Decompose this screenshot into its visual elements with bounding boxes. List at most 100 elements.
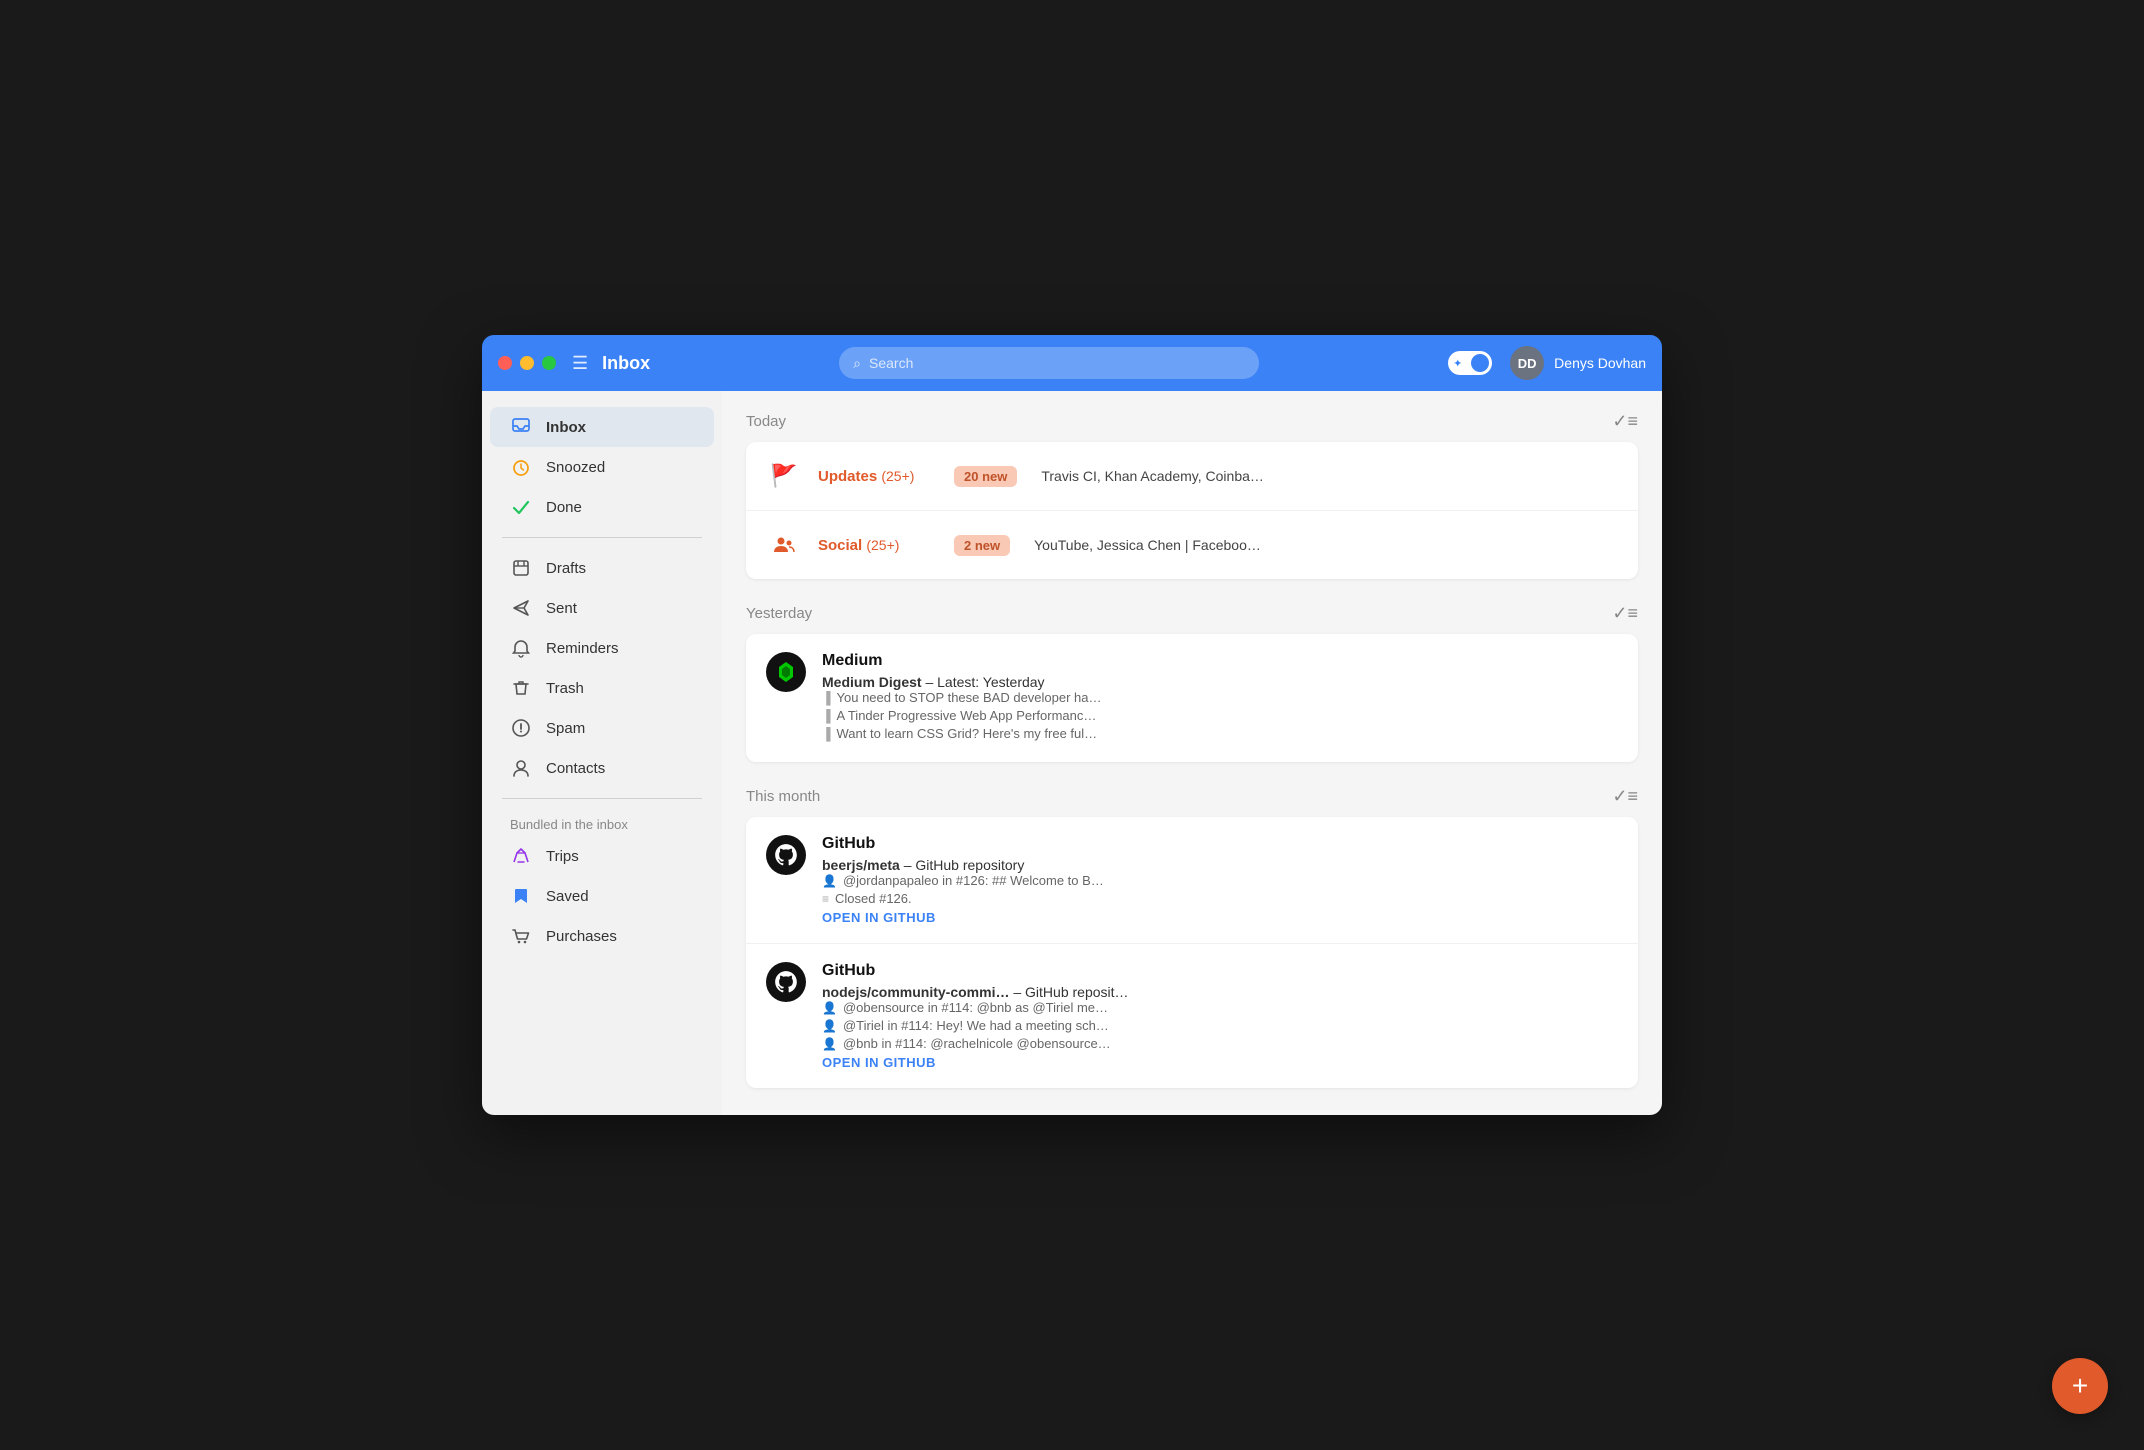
minimize-button[interactable] [520,356,534,370]
preview-social: YouTube, Jessica Chen | Faceboo… [1034,537,1618,553]
trips-icon [510,846,532,866]
user-name: Denys Dovhan [1554,355,1646,371]
sender-name-medium: Medium [822,652,882,670]
bundled-section-label: Bundled in the inbox [482,809,722,836]
snippet-icon-3: ▐ [822,727,831,741]
snippet-medium-1: ▐ You need to STOP these BAD developer h… [822,690,1618,705]
section-title-today: Today [746,413,786,430]
send-icon [510,598,532,618]
sidebar-item-trips[interactable]: Trips [490,836,714,876]
sidebar-item-sent[interactable]: Sent [490,588,714,628]
email-subject-medium: Medium Digest – Latest: Yesterday [822,674,1618,690]
open-github-link-2[interactable]: OPEN IN GITHUB [822,1055,1618,1070]
sidebar-item-saved[interactable]: Saved [490,876,714,916]
inbox-icon [510,417,532,437]
titlebar: ☰ Inbox ⌕ ✦ DD Denys Dovhan [482,335,1662,391]
mark-all-month[interactable]: ✓≡ [1612,786,1638,807]
sidebar-item-purchases[interactable]: Purchases [490,916,714,956]
maximize-button[interactable] [542,356,556,370]
section-title-yesterday: Yesterday [746,605,812,622]
person-icon-2: 👤 [822,1001,837,1015]
compose-fab[interactable]: + [2052,1358,2108,1414]
titlebar-title: Inbox [602,353,650,374]
compose-icon: + [2072,1370,2088,1402]
snippet-icon-1: ▐ [822,691,831,705]
sidebar-label-snoozed: Snoozed [546,459,605,476]
email-meta-medium: Medium Medium Digest – Latest: Yesterday… [822,652,1618,744]
email-subject-github-2: nodejs/community-commi… – GitHub reposit… [822,984,1618,1000]
email-meta-github-1: GitHub beerjs/meta – GitHub repository 👤… [822,835,1618,925]
sidebar-item-spam[interactable]: Spam [490,708,714,748]
app-window: ☰ Inbox ⌕ ✦ DD Denys Dovhan [482,335,1662,1115]
sidebar-item-drafts[interactable]: Drafts [490,548,714,588]
preview-updates: Travis CI, Khan Academy, Coinba… [1041,468,1618,484]
close-button[interactable] [498,356,512,370]
sidebar-label-saved: Saved [546,888,589,905]
traffic-lights [498,356,556,370]
mark-all-today[interactable]: ✓≡ [1612,411,1638,432]
avatar-initials: DD [1518,356,1537,371]
mark-all-yesterday[interactable]: ✓≡ [1612,603,1638,624]
updates-flag-icon: 🚩 [766,458,802,494]
email-row-social[interactable]: Social (25+) 2 new YouTube, Jessica Chen… [746,511,1638,579]
content-area: Today ✓≡ 🚩 Updates (25+) 20 new Travis C… [722,391,1662,1115]
avatar: DD [1510,346,1544,380]
draft-icon [510,558,532,578]
person-icon-4: 👤 [822,1037,837,1051]
email-row-updates[interactable]: 🚩 Updates (25+) 20 new Travis CI, Khan A… [746,442,1638,511]
sidebar-label-inbox: Inbox [546,419,586,436]
saved-icon [510,886,532,906]
email-meta-github-2: GitHub nodejs/community-commi… – GitHub … [822,962,1618,1070]
email-row-github-1[interactable]: GitHub beerjs/meta – GitHub repository 👤… [746,817,1638,944]
person-icon-1: 👤 [822,874,837,888]
sidebar-item-trash[interactable]: Trash [490,668,714,708]
sidebar-item-reminders[interactable]: Reminders [490,628,714,668]
snippet-gh2-1: 👤 @obensource in #114: @bnb as @Tiriel m… [822,1000,1618,1015]
section-group-today: 🚩 Updates (25+) 20 new Travis CI, Khan A… [746,442,1638,579]
section-title-month: This month [746,788,820,805]
toggle-switch[interactable]: ✦ [1448,351,1492,375]
email-top-medium: Medium [822,652,1618,670]
github-avatar-1 [766,835,806,875]
snippet-gh2-2: 👤 @Tiriel in #114: Hey! We had a meeting… [822,1018,1618,1033]
snippet-icon-2: ▐ [822,709,831,723]
sidebar-item-contacts[interactable]: Contacts [490,748,714,788]
sidebar-divider-1 [502,537,702,538]
email-top-github-1: GitHub [822,835,1618,853]
sidebar-item-done[interactable]: Done [490,487,714,527]
search-icon: ⌕ [853,355,861,372]
snippet-gh1-1: 👤 @jordanpapaleo in #126: ## Welcome to … [822,873,1618,888]
purchases-icon [510,926,532,946]
medium-avatar [766,652,806,692]
search-bar[interactable]: ⌕ [839,347,1259,379]
email-top-github-2: GitHub [822,962,1618,980]
person-icon-3: 👤 [822,1019,837,1033]
clock-icon [510,457,532,477]
main-layout: Inbox Snoozed Done [482,391,1662,1115]
open-github-link-1[interactable]: OPEN IN GITHUB [822,910,1618,925]
sidebar-label-reminders: Reminders [546,640,619,657]
sender-name-github-2: GitHub [822,962,875,980]
sender-count-social: (25+) [866,537,899,553]
snippet-medium-2: ▐ A Tinder Progressive Web App Performan… [822,708,1618,723]
sidebar-label-purchases: Purchases [546,928,617,945]
list-icon-1: ≡ [822,892,829,906]
section-header-today: Today ✓≡ [746,411,1638,432]
sender-updates: Updates (25+) [818,468,938,485]
email-row-medium[interactable]: Medium Medium Digest – Latest: Yesterday… [746,634,1638,762]
snippet-gh1-2: ≡ Closed #126. [822,891,1618,906]
hamburger-icon[interactable]: ☰ [572,353,588,374]
search-input[interactable] [869,355,1245,371]
snippet-medium-3: ▐ Want to learn CSS Grid? Here's my free… [822,726,1618,741]
sender-count-updates: (25+) [881,468,914,484]
reminder-icon [510,638,532,658]
trash-icon [510,678,532,698]
sidebar-label-sent: Sent [546,600,577,617]
sidebar-item-inbox[interactable]: Inbox [490,407,714,447]
check-icon [510,497,532,517]
email-row-github-2[interactable]: GitHub nodejs/community-commi… – GitHub … [746,944,1638,1088]
snippet-gh2-3: 👤 @bnb in #114: @rachelnicole @obensourc… [822,1036,1618,1051]
sidebar-item-snoozed[interactable]: Snoozed [490,447,714,487]
user-area[interactable]: DD Denys Dovhan [1510,346,1646,380]
toggle-icon: ✦ [1453,357,1462,370]
